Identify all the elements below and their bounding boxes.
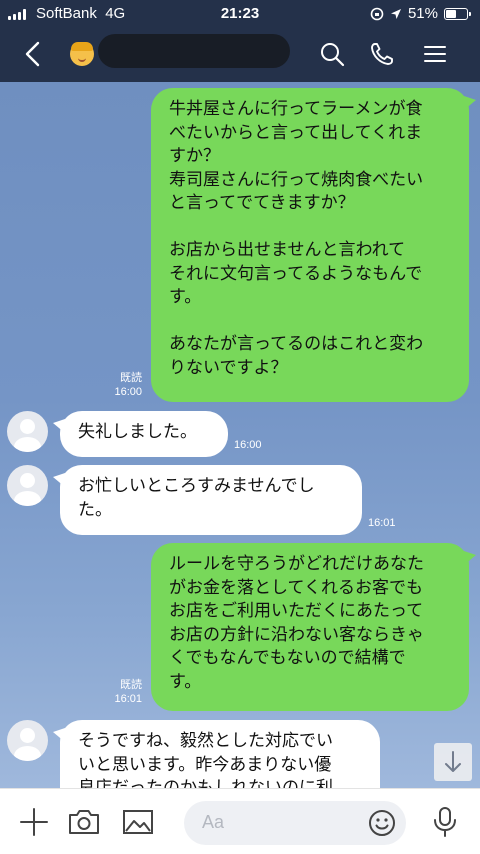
orientation-lock-icon [370,7,384,20]
camera-icon[interactable] [67,805,101,839]
message-bubble-sent[interactable]: 牛丼屋さんに行ってラーメンが食 べたいからと言って出してくれま すか？ 寿司屋さ… [151,88,476,402]
plus-icon[interactable] [17,805,51,839]
contact-avatar[interactable] [70,42,94,66]
status-right: 51% [370,5,471,22]
message-time: 16:01 [114,693,142,705]
chat-header [0,28,480,82]
message-input-bar: Aa [0,788,480,854]
menu-icon[interactable] [421,40,449,68]
sender-avatar[interactable] [7,465,48,506]
message-time: 16:00 [234,439,262,451]
message-bubble-received[interactable]: そうですね、毅然とした対応でい いと思います。昨今あまりない優 良店だったのかも… [53,720,380,788]
battery-icon [444,7,471,20]
message-bubble-received[interactable]: お忙しいところすみませんでし た。 [53,465,362,535]
read-receipt: 既読 [120,679,142,691]
status-bar: SoftBank 4G 21:23 51% [0,0,480,28]
back-chevron-icon[interactable] [20,40,48,68]
contact-name-redacted[interactable] [98,34,290,68]
message-meta: 既読 16:00 [98,371,142,399]
sender-avatar[interactable] [7,411,48,452]
microphone-icon[interactable] [428,805,462,839]
location-icon [390,8,401,19]
chat-area[interactable]: 牛丼屋さんに行ってラーメンが食 べたいからと言って出してくれま すか？ 寿司屋さ… [0,82,480,788]
phone-icon[interactable] [368,40,396,68]
read-receipt: 既読 [120,372,142,384]
message-input[interactable]: Aa [184,801,406,845]
message-meta: 既読 16:01 [98,678,142,706]
scroll-to-bottom-button[interactable] [434,743,472,781]
search-icon[interactable] [318,40,346,68]
message-time: 16:01 [368,517,396,529]
sender-avatar[interactable] [7,720,48,761]
message-input-placeholder: Aa [202,812,225,832]
message-bubble-sent[interactable]: ルールを守ろうがどれだけあなた がお金を落としてくれるお客でも お店をご利用いた… [151,543,476,711]
battery-percent: 51% [407,5,438,22]
emoji-icon[interactable] [366,807,398,839]
image-icon[interactable] [121,805,155,839]
message-time: 16:00 [114,386,142,398]
message-bubble-received[interactable]: 失礼しました。 [53,411,228,457]
arrow-down-icon [445,751,461,772]
